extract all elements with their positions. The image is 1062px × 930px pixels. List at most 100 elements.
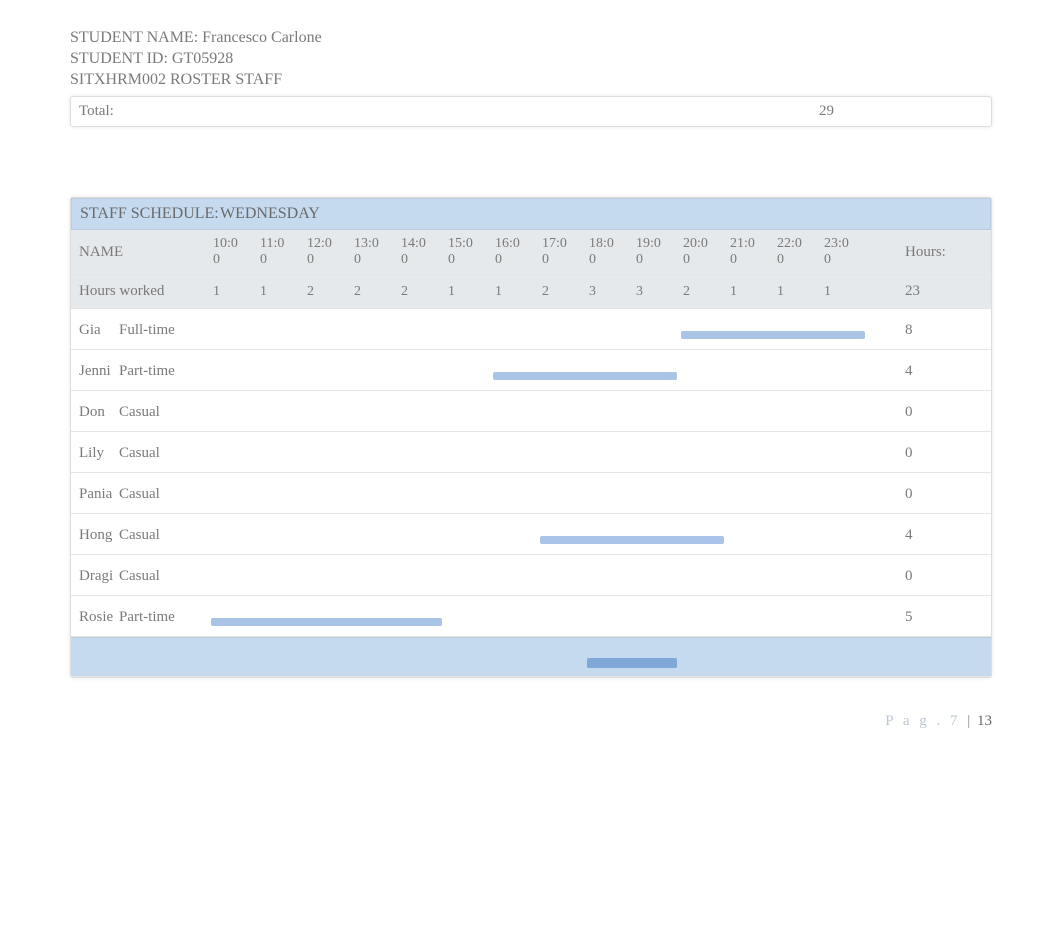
staff-time-cell xyxy=(634,405,681,417)
staff-time-cell xyxy=(211,569,258,581)
staff-time-cell xyxy=(728,446,775,458)
staff-name-cell: PaniaCasual xyxy=(71,476,211,511)
top-total-value: 29 xyxy=(819,103,834,120)
staff-time-cell xyxy=(258,323,305,335)
staff-time-cell xyxy=(540,569,587,581)
staff-time-cell xyxy=(822,610,869,622)
staff-time-cell xyxy=(258,528,305,540)
hours-worked-cell: 2 xyxy=(681,278,728,306)
staff-time-cell xyxy=(540,405,587,417)
staff-time-cell xyxy=(775,405,822,417)
staff-time-cols xyxy=(211,569,901,581)
staff-role: Casual xyxy=(119,445,160,462)
staff-time-cell xyxy=(634,487,681,499)
time-header-cell: 10:00 xyxy=(211,230,258,274)
staff-time-cell xyxy=(681,446,728,458)
staff-time-cell xyxy=(587,405,634,417)
staff-time-cell xyxy=(211,323,258,335)
staff-time-cell xyxy=(211,487,258,499)
staff-time-cell xyxy=(446,364,493,376)
staff-name-cell: LilyCasual xyxy=(71,435,211,470)
schedule-title-left: STAFF SCHEDULE: xyxy=(80,205,220,223)
staff-time-cell xyxy=(728,405,775,417)
schedule-table: STAFF SCHEDULE: WEDNESDAY NAME 10:0011:0… xyxy=(70,197,992,678)
staff-time-cell xyxy=(587,446,634,458)
time-header-cell: 19:00 xyxy=(634,230,681,274)
staff-time-cell xyxy=(587,610,634,622)
shift-bar xyxy=(540,536,724,544)
staff-row: JenniPart-time4 xyxy=(71,350,991,391)
time-header-cell: 23:00 xyxy=(822,230,869,274)
footer-sep: | xyxy=(967,713,970,729)
staff-row: GiaFull-time8 xyxy=(71,309,991,350)
time-headers: 10:0011:0012:0013:0014:0015:0016:0017:00… xyxy=(211,230,901,274)
hours-worked-total: 23 xyxy=(901,277,991,306)
course-line: SITXHRM002 ROSTER STAFF xyxy=(70,70,992,91)
time-header-cell: 13:00 xyxy=(352,230,399,274)
staff-time-cell xyxy=(399,569,446,581)
staff-time-cell xyxy=(775,364,822,376)
time-header-cell: 21:00 xyxy=(728,230,775,274)
staff-time-cell xyxy=(211,405,258,417)
hours-worked-values: 11222112332111 xyxy=(211,278,901,306)
hours-worked-cell: 1 xyxy=(493,278,540,306)
staff-time-cell xyxy=(634,610,681,622)
staff-name-cell: JenniPart-time xyxy=(71,353,211,388)
top-total-label: Total: xyxy=(71,103,219,120)
shift-bar xyxy=(211,618,442,626)
staff-time-cell xyxy=(540,446,587,458)
staff-role: Part-time xyxy=(119,363,175,380)
hours-worked-cell: 1 xyxy=(258,278,305,306)
page-footer: P a g . 7 | 13 xyxy=(885,713,992,730)
staff-first-name: Rosie xyxy=(79,609,117,626)
header-row: NAME 10:0011:0012:0013:0014:0015:0016:00… xyxy=(71,230,991,275)
schedule-title-bar: STAFF SCHEDULE: WEDNESDAY xyxy=(71,198,991,230)
hours-worked-cell: 1 xyxy=(775,278,822,306)
time-header-cell: 17:00 xyxy=(540,230,587,274)
staff-name-cell: HongCasual xyxy=(71,517,211,552)
staff-time-cell xyxy=(258,569,305,581)
time-header-cell: 22:00 xyxy=(775,230,822,274)
staff-hours-cell: 0 xyxy=(901,478,991,509)
hours-worked-cell: 1 xyxy=(211,278,258,306)
staff-time-cols xyxy=(211,487,901,499)
staff-time-cell xyxy=(775,487,822,499)
hours-worked-cell: 1 xyxy=(446,278,493,306)
staff-time-cell xyxy=(587,487,634,499)
staff-time-cell xyxy=(493,323,540,335)
staff-first-name: Dragi xyxy=(79,568,117,585)
hours-worked-cell: 2 xyxy=(540,278,587,306)
staff-time-cell xyxy=(305,323,352,335)
time-header-cell: 11:00 xyxy=(258,230,305,274)
student-id-value: GT05928 xyxy=(172,50,233,67)
staff-time-cell xyxy=(352,446,399,458)
staff-time-cell xyxy=(305,364,352,376)
staff-time-cell xyxy=(446,610,493,622)
hours-worked-cell: 2 xyxy=(305,278,352,306)
staff-time-cell xyxy=(775,610,822,622)
staff-hours-cell: 5 xyxy=(901,601,991,632)
staff-time-cell xyxy=(211,446,258,458)
staff-time-cell xyxy=(399,528,446,540)
hours-header: Hours: xyxy=(901,238,991,267)
staff-time-cell xyxy=(352,528,399,540)
staff-time-cell xyxy=(211,528,258,540)
footer-page-label: P a g . 7 xyxy=(885,713,960,729)
time-header-cell: 20:00 xyxy=(681,230,728,274)
staff-row: HongCasual4 xyxy=(71,514,991,555)
time-header-cell: 16:00 xyxy=(493,230,540,274)
staff-time-cell xyxy=(399,446,446,458)
staff-time-cell xyxy=(728,364,775,376)
staff-hours-cell: 0 xyxy=(901,437,991,468)
staff-time-cell xyxy=(305,528,352,540)
time-header-cell: 18:00 xyxy=(587,230,634,274)
staff-role: Full-time xyxy=(119,322,175,339)
staff-first-name: Hong xyxy=(79,527,117,544)
staff-time-cell xyxy=(822,405,869,417)
staff-time-cell xyxy=(305,487,352,499)
staff-row: RosiePart-time5 xyxy=(71,596,991,637)
time-header-cell: 15:00 xyxy=(446,230,493,274)
staff-time-cell xyxy=(446,323,493,335)
hours-worked-cell: 3 xyxy=(587,278,634,306)
staff-row: LilyCasual 0 xyxy=(71,432,991,473)
